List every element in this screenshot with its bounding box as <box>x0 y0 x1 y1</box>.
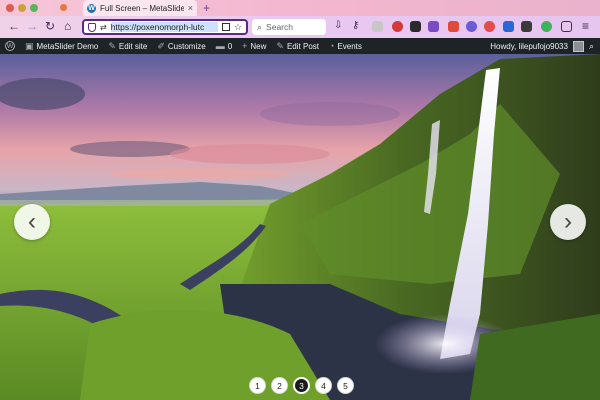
downloads-icon[interactable]: ⇩ <box>334 20 345 31</box>
dashboard-icon: ▣ <box>25 40 34 51</box>
search-placeholder: Search <box>266 22 293 32</box>
url-bar[interactable]: ⇄ https://poxenomorph-lutc ☆ <box>82 19 248 35</box>
next-slide-button[interactable]: › <box>550 204 586 240</box>
extension-grey-icon[interactable] <box>372 21 383 32</box>
edit-site-link[interactable]: ✎ Edit site <box>103 41 152 52</box>
previous-slide-button[interactable]: ‹ <box>14 204 50 240</box>
wordpress-logo-icon: W <box>5 41 15 51</box>
reload-icon[interactable]: ↻ <box>45 19 55 33</box>
dark-extension-icon[interactable] <box>410 21 421 32</box>
edit-post-link[interactable]: ✎ Edit Post <box>271 41 324 52</box>
grey-extension-icon[interactable] <box>521 21 532 32</box>
slide-image-waterfall-landscape <box>0 54 600 400</box>
key-icon[interactable]: ⚷ <box>352 20 363 31</box>
slide-dot-1[interactable]: 1 <box>249 377 266 394</box>
bookmark-star-icon[interactable]: ☆ <box>234 22 242 33</box>
brush-icon: ✎ <box>108 40 116 51</box>
account-greeting[interactable]: Howdy, lilepufojo9033 <box>490 42 568 51</box>
new-tab-button[interactable]: + <box>203 1 210 15</box>
purple-extension-icon[interactable] <box>428 21 439 32</box>
search-icon: ⌕ <box>257 21 263 32</box>
tracking-protection-icon[interactable] <box>88 22 96 32</box>
shield-extension-icon[interactable] <box>448 21 459 32</box>
round-purple-extension-icon[interactable] <box>466 21 477 32</box>
plus-icon: + <box>242 41 248 51</box>
red-round-extension-icon[interactable] <box>484 21 495 32</box>
slide-dot-4[interactable]: 4 <box>315 377 332 394</box>
forward-arrow-icon[interactable]: → <box>26 19 38 33</box>
back-arrow-icon[interactable]: ← <box>8 19 20 33</box>
firefox-view-icon[interactable] <box>60 4 67 11</box>
site-name-menu[interactable]: ▣ MetaSlider Demo <box>20 41 103 52</box>
browser-tab-active[interactable]: W Full Screen – MetaSlider Demo × <box>83 0 197 16</box>
paintbrush-icon: ✐ <box>157 40 165 51</box>
search-box[interactable]: ⌕ Search <box>252 19 326 35</box>
pencil-icon: ✎ <box>276 40 284 51</box>
comments-link[interactable]: ▬ 0 <box>211 41 237 51</box>
wordpress-favicon-icon: W <box>87 3 96 13</box>
new-label: New <box>250 41 267 51</box>
zoom-window-button[interactable] <box>30 4 38 12</box>
new-content-menu[interactable]: + New <box>237 41 271 51</box>
customize-label: Customize <box>167 41 206 51</box>
edit-site-label: Edit site <box>118 41 148 51</box>
close-window-button[interactable] <box>6 4 14 12</box>
avatar[interactable] <box>572 40 584 52</box>
comments-count: 0 <box>227 41 233 51</box>
wp-logo-menu[interactable]: W <box>0 41 20 51</box>
browser-tab-strip: W Full Screen – MetaSlider Demo × + <box>0 0 600 16</box>
metaslider-fullscreen-slider: ‹ › 1 2 3 4 5 <box>0 54 600 400</box>
blue-extension-icon[interactable] <box>503 21 514 32</box>
customize-link[interactable]: ✐ Customize <box>152 41 210 52</box>
events-label: Events <box>337 41 362 51</box>
site-name-label: MetaSlider Demo <box>36 41 99 51</box>
qr-code-icon[interactable] <box>221 23 230 31</box>
search-icon[interactable]: ⌕ <box>589 41 594 52</box>
extensions-puzzle-icon[interactable] <box>561 21 572 32</box>
edit-post-label: Edit Post <box>286 41 319 51</box>
tab-title: Full Screen – MetaSlider Demo <box>100 3 184 13</box>
comment-bubble-icon: ▬ <box>215 41 225 51</box>
minimize-window-button[interactable] <box>18 4 26 12</box>
green-extension-icon[interactable] <box>541 21 552 32</box>
events-link[interactable]: ◔ Events <box>324 41 367 51</box>
slide-dot-2[interactable]: 2 <box>271 377 288 394</box>
close-tab-icon[interactable]: × <box>188 3 193 13</box>
slide-dot-3[interactable]: 3 <box>293 377 310 394</box>
wp-admin-bar: W ▣ MetaSlider Demo ✎ Edit site ✐ Custom… <box>0 38 600 54</box>
slide-pagination: 1 2 3 4 5 <box>249 377 354 394</box>
url-text[interactable]: https://poxenomorph-lutc <box>110 22 218 32</box>
calendar-icon: ◔ <box>328 41 335 51</box>
permissions-icon[interactable]: ⇄ <box>100 23 107 32</box>
slide-dot-5[interactable]: 5 <box>337 377 354 394</box>
adblock-extension-icon[interactable] <box>392 21 403 32</box>
menu-hamburger-icon[interactable]: ≡ <box>582 19 589 33</box>
browser-navigation-bar: ← → ↻ ⌂ ⇄ https://poxenomorph-lutc ☆ ⌕ S… <box>0 16 600 38</box>
home-icon[interactable]: ⌂ <box>64 19 71 33</box>
